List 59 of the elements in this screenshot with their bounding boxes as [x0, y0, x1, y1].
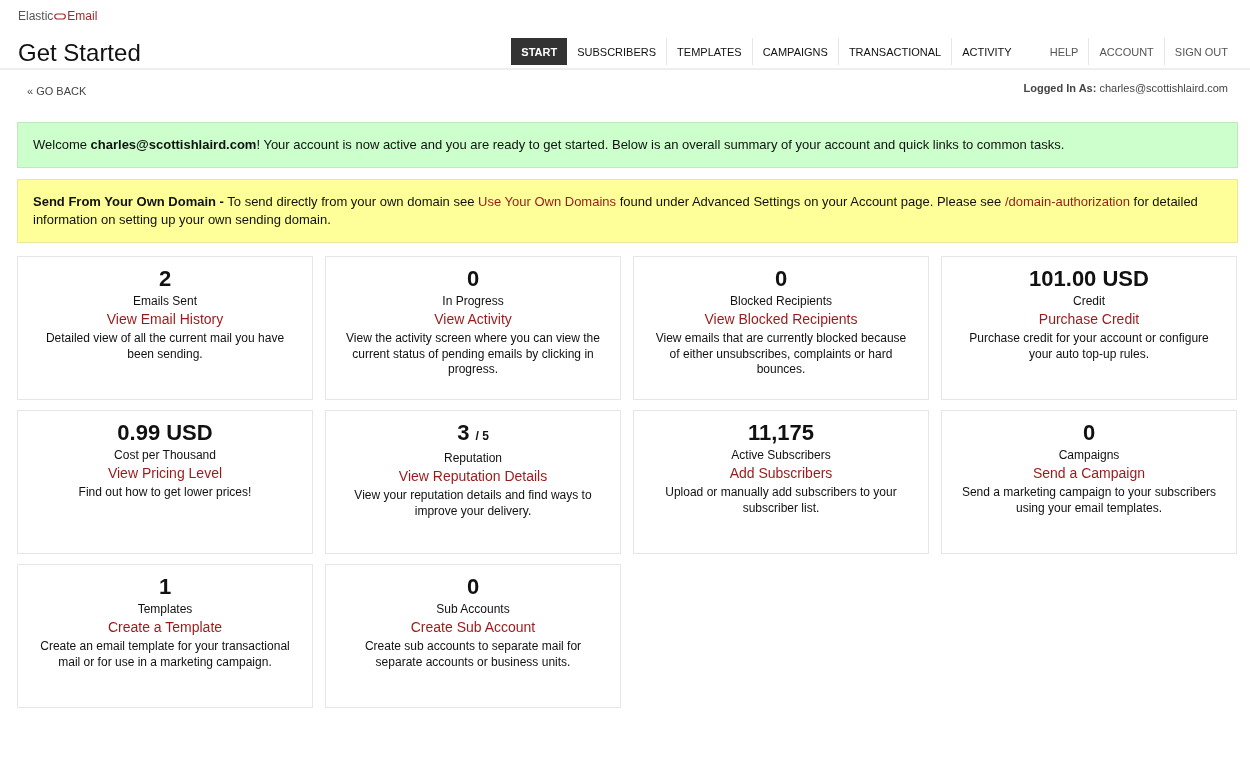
- page-title: Get Started: [18, 39, 141, 67]
- logo-text: Elastic: [18, 9, 54, 23]
- chain-link-icon: [54, 12, 67, 20]
- stat-value: 1: [158, 574, 172, 600]
- card-link[interactable]: Create Sub Account: [410, 619, 536, 635]
- welcome-message: Welcome charles@scottishlaird.com! Your account is now active and you are ready to get started. Below is an overall summary of your account and quick links to common tasks.: [17, 122, 1238, 168]
- stat-label: Templates: [137, 602, 193, 616]
- stat-value: 101.00 USD: [1029, 266, 1149, 292]
- go-back-link[interactable]: « GO BACK: [27, 85, 87, 122]
- stat-value: 0: [466, 574, 480, 600]
- stat-label: In Progress: [442, 294, 504, 308]
- nav-tab[interactable]: TRANSACTIONAL: [838, 38, 953, 65]
- stat-value: 0: [466, 266, 480, 292]
- logo-text: Email: [67, 9, 98, 23]
- card-link[interactable]: View Activity: [434, 311, 512, 327]
- card-link[interactable]: Create a Template: [107, 619, 223, 635]
- nav-link[interactable]: ACCOUNT: [1089, 38, 1165, 65]
- card-link[interactable]: View Blocked Recipients: [704, 311, 858, 327]
- card-link[interactable]: View Email History: [106, 311, 224, 327]
- stat-label: Campaigns: [1058, 448, 1120, 462]
- stat-label: Blocked Recipients: [729, 294, 833, 308]
- nav-tab[interactable]: START: [511, 38, 568, 65]
- stat-value: 2: [158, 266, 172, 292]
- nav-link[interactable]: SIGN OUT: [1164, 38, 1238, 65]
- nav-link[interactable]: HELP: [1039, 38, 1090, 65]
- card-link[interactable]: Add Subscribers: [729, 465, 833, 481]
- nav-tab[interactable]: ACTIVITY: [952, 38, 1022, 65]
- domain-notice: Send From Your Own Domain - To send directly from your own domain see Use Your Own Domains found under Advanced Settings on your Account page. Please see /domain-authorization for detailed information on setting up your own sending domain.: [17, 179, 1238, 243]
- stat-label: Reputation: [443, 451, 502, 465]
- card-description: View your reputation details and find ways to improve your delivery.: [353, 488, 593, 519]
- stat-value: 0: [1082, 420, 1096, 446]
- card-link[interactable]: Send a Campaign: [1032, 465, 1146, 481]
- stat-label: Sub Accounts: [436, 602, 510, 616]
- stat-label: Credit: [1073, 294, 1105, 308]
- card-description: Create sub accounts to separate mail for separate accounts or business units.: [363, 639, 583, 670]
- card-description: Create an email template for your transactional mail or for use in a marketing campaign.: [39, 639, 291, 670]
- stat-value: 0.99 USD: [117, 420, 213, 446]
- notice-link[interactable]: /domain-authorization: [1004, 194, 1130, 209]
- stat-label: Active Subscribers: [731, 448, 831, 462]
- card-description: View the activity screen where you can view the current status of pending emails by clicking in progress.: [345, 331, 601, 378]
- card-link[interactable]: View Reputation Details: [398, 468, 548, 484]
- nav-tab[interactable]: CAMPAIGNS: [752, 38, 839, 65]
- card-description: Upload or manually add subscribers to your subscriber list.: [664, 485, 898, 516]
- card-link[interactable]: View Pricing Level: [107, 465, 223, 481]
- card-description: Purchase credit for your account or configure your auto top-up rules.: [968, 331, 1210, 362]
- stat-label: Emails Sent: [133, 294, 197, 308]
- stat-value: 11,175: [747, 420, 815, 446]
- nav-tab[interactable]: SUBSCRIBERS: [567, 38, 668, 65]
- nav-tab[interactable]: TEMPLATES: [667, 38, 753, 65]
- notice-link[interactable]: Use Your Own Domains: [478, 194, 617, 209]
- stat-label: Cost per Thousand: [114, 448, 216, 462]
- logged-in-text: Logged In As: charles@scottishlaird.com: [1023, 82, 1228, 96]
- card-description: View emails that are currently blocked because of either unsubscribes, complaints or hard bounces.: [654, 331, 908, 378]
- stat-value: 0: [774, 266, 788, 292]
- stat-value: 3 / 5: [457, 420, 489, 447]
- card-description: Detailed view of all the current mail you have been sending.: [44, 331, 286, 362]
- card-description: Send a marketing campaign to your subscribers using your email templates.: [960, 485, 1218, 516]
- card-description: Find out how to get lower prices!: [78, 485, 252, 501]
- card-link[interactable]: Purchase Credit: [1038, 311, 1140, 327]
